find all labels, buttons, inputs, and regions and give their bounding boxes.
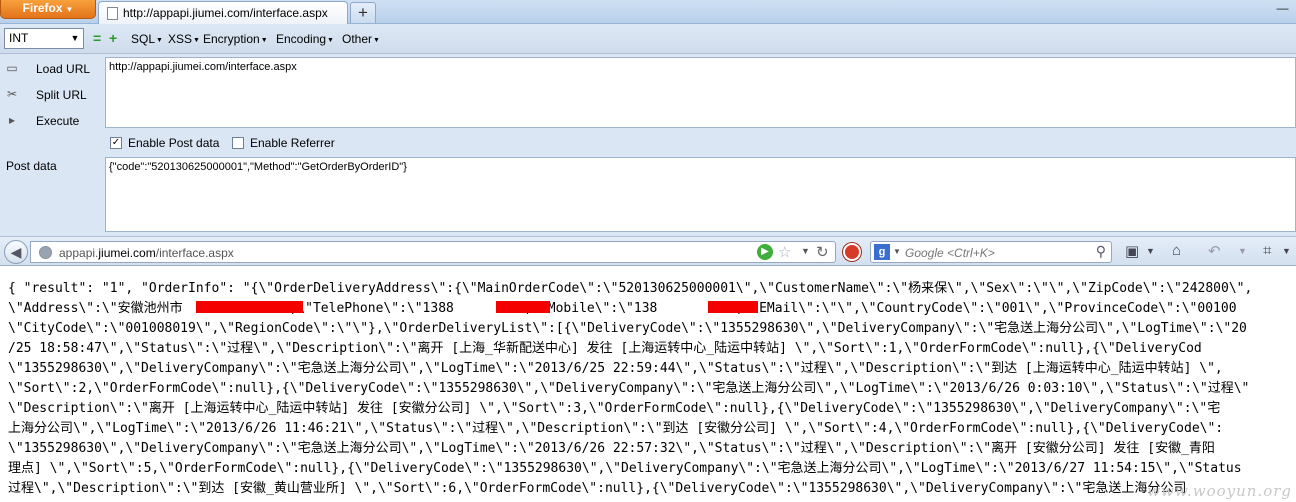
response-line: { "result": "1", "OrderInfo": "{\"OrderD… — [8, 281, 1253, 296]
crop-tool-dropdown-icon[interactable]: ▼ — [1282, 246, 1291, 256]
menu-other[interactable]: Other▼ — [342, 32, 380, 46]
search-engine-icon[interactable]: g — [874, 244, 890, 260]
address-domain: jiumei.com — [98, 246, 156, 260]
firefox-menu-label: Firefox — [22, 1, 63, 15]
menu-encoding-label: Encoding — [276, 32, 327, 46]
address-path: /interface.aspx — [155, 246, 234, 260]
menu-encryption-label: Encryption — [203, 32, 260, 46]
back-arrow-icon: ◀ — [10, 244, 22, 260]
minimize-button[interactable]: — — [1269, 0, 1296, 19]
load-url-icon: ▭ — [6, 61, 18, 75]
search-engine-dropdown-icon[interactable]: ▼ — [893, 247, 901, 256]
menu-xss-label: XSS — [168, 32, 193, 46]
caret-icon: ▼ — [327, 37, 334, 44]
decrement-button[interactable]: = — [93, 31, 101, 45]
watermark: www.wooyun.org — [1147, 482, 1292, 500]
post-data-textarea[interactable]: {"code":"520130625000001","Method":"GetO… — [105, 157, 1296, 232]
checkbox-checked-icon: ✓ — [110, 137, 122, 149]
url-textarea[interactable]: http://appapi.jiumei.com/interface.aspx — [105, 57, 1296, 128]
search-icon[interactable]: ⚲ — [1096, 243, 1106, 260]
response-line: 过程\",\"Description\":\"到达 [安徽_黄山营业所] \",… — [8, 481, 1187, 496]
new-tab-button[interactable]: + — [350, 2, 376, 23]
response-line: \"1355298630\",\"DeliveryCompany\":\"宅急送… — [8, 441, 1215, 456]
bookmarks-dropdown-icon[interactable]: ▼ — [1146, 246, 1155, 256]
address-bar[interactable]: appapi.jiumei.com/interface.aspx ▶ ☆ ▼ ↻ — [30, 241, 836, 263]
response-line: \"1355298630\",\"DeliveryCompany\":\"宅急送… — [8, 361, 1223, 376]
caret-icon: ▼ — [260, 37, 268, 44]
reload-icon[interactable]: ↻ — [816, 243, 829, 261]
type-select[interactable]: INT ▼ — [4, 28, 84, 49]
back-button[interactable]: ◀ — [4, 240, 28, 264]
hackbar-toolbar: INT ▼ = + SQL▼ XSS▼ Encryption▼ Encoding… — [0, 24, 1296, 54]
load-url-label: Load URL — [36, 62, 91, 76]
search-input[interactable]: Google <Ctrl+K> — [905, 246, 995, 260]
response-line: 上海分公司\",\"LogTime\":\"2013/6/26 11:46:21… — [8, 421, 1224, 436]
load-url-button[interactable]: ▭ Load URL — [0, 57, 100, 81]
tab-active[interactable]: http://appapi.jiumei.com/interface.aspx — [98, 1, 348, 24]
site-identity-icon[interactable] — [39, 246, 52, 259]
caret-icon: ▼ — [373, 37, 380, 44]
execute-label: Execute — [36, 114, 80, 128]
response-line: 理点] \",\"Sort\":5,\"OrderFormCode\":null… — [8, 461, 1242, 476]
bookmark-star-icon[interactable]: ☆ — [778, 243, 791, 261]
tab-bar: Firefox ▼ http://appapi.jiumei.com/interf… — [0, 0, 1296, 24]
hackbar-panel: ▭ Load URL ✂ Split URL ▸ Execute http://… — [0, 54, 1296, 236]
redaction-bar — [196, 301, 303, 313]
firefox-menu-button[interactable]: Firefox ▼ — [0, 0, 96, 19]
home-icon[interactable]: ⌂ — [1172, 242, 1181, 259]
post-data-label: Post data — [6, 159, 57, 173]
noscript-icon[interactable] — [843, 243, 861, 261]
response-line: \"Sort\":2,\"OrderFormCode\":null},{\"De… — [8, 381, 1250, 396]
menu-sql-label: SQL — [131, 32, 156, 46]
address-text: appapi.jiumei.com/interface.aspx — [59, 246, 234, 260]
undo-dropdown-icon[interactable]: ▼ — [1238, 246, 1247, 256]
split-url-icon: ✂ — [6, 87, 18, 101]
bookmarks-menu-icon[interactable]: ▣ — [1125, 242, 1139, 260]
page-icon — [107, 7, 118, 20]
menu-xss[interactable]: XSS▼ — [168, 32, 200, 46]
menu-sql[interactable]: SQL▼ — [131, 32, 163, 46]
execute-button[interactable]: ▸ Execute — [0, 109, 100, 133]
history-dropdown-icon[interactable]: ▼ — [801, 246, 810, 256]
dropdown-arrow-icon: ▼ — [70, 33, 80, 43]
caret-icon: ▼ — [193, 37, 200, 44]
page-content: { "result": "1", "OrderInfo": "{\"OrderD… — [0, 266, 1296, 502]
response-line: /25 18:58:47\",\"Status\":\"过程\",\"Descr… — [8, 341, 1202, 356]
split-url-label: Split URL — [36, 88, 87, 102]
caret-icon: ▼ — [156, 37, 163, 44]
search-bar[interactable]: g ▼ Google <Ctrl+K> ⚲ — [870, 241, 1112, 263]
navigation-bar: ◀ appapi.jiumei.com/interface.aspx ▶ ☆ ▼… — [0, 236, 1296, 266]
crop-tool-icon[interactable]: ⌗ — [1263, 242, 1271, 259]
redaction-bar — [708, 301, 758, 313]
enable-post-label: Enable Post data — [128, 136, 220, 150]
split-url-button[interactable]: ✂ Split URL — [0, 83, 100, 107]
response-line: \"CityCode\":\"001008019\",\"RegionCode\… — [8, 321, 1247, 336]
menu-other-label: Other — [342, 32, 373, 46]
address-host-prefix: appapi. — [59, 246, 99, 260]
undo-icon[interactable]: ↶ — [1208, 242, 1221, 260]
menu-encoding[interactable]: Encoding▼ — [276, 32, 334, 46]
enable-referrer-label: Enable Referrer — [250, 136, 335, 150]
menu-encryption[interactable]: Encryption▼ — [203, 32, 268, 46]
redaction-bar — [496, 301, 550, 313]
chevron-down-icon: ▼ — [65, 5, 74, 14]
execute-icon: ▸ — [8, 113, 16, 127]
tab-title: http://appapi.jiumei.com/interface.aspx — [123, 6, 328, 20]
type-select-value: INT — [9, 31, 29, 45]
response-line: \"Description\":\"离开 [上海运转中心_陆运中转站] 发往 [… — [8, 401, 1221, 416]
increment-button[interactable]: + — [109, 31, 117, 45]
checkbox-empty-icon — [232, 137, 244, 149]
go-icon[interactable]: ▶ — [757, 244, 773, 260]
